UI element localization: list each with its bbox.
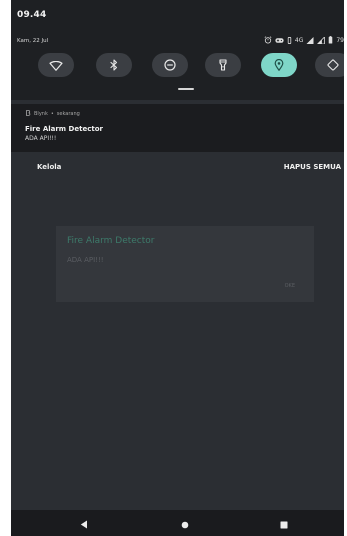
back-icon xyxy=(80,514,88,533)
status-date: Kam, 22 Jul xyxy=(17,38,49,44)
battery-percent: 79 xyxy=(336,36,344,44)
manage-button[interactable]: Kelola xyxy=(37,163,61,171)
network-label: 4G xyxy=(294,36,304,44)
signal-icon-2 xyxy=(317,36,326,44)
recents-button[interactable] xyxy=(277,517,291,529)
screenshot-frame: 09.44 Kam, 22 Jul 4G 79 Blynk • sekarang… xyxy=(0,0,347,536)
notification-shade: 09.44 Kam, 22 Jul 4G 79 xyxy=(11,0,344,100)
app-icon xyxy=(25,110,31,118)
wifi-icon xyxy=(49,56,63,75)
navigation-bar xyxy=(11,510,344,536)
location-icon xyxy=(274,56,284,75)
flashlight-icon xyxy=(219,56,227,75)
do-not-disturb-icon xyxy=(164,56,176,75)
battery-icon xyxy=(328,36,333,44)
home-icon xyxy=(181,514,189,533)
quick-settings-row xyxy=(11,53,344,77)
alert-dialog: Fire Alarm Detector ADA API!!! OKE xyxy=(56,226,314,302)
qs-tile-wifi[interactable] xyxy=(38,53,74,77)
notification-card[interactable]: Blynk • sekarang Fire Alarm Detector ADA… xyxy=(11,104,344,152)
notification-app-name: Blynk xyxy=(34,111,48,117)
back-button[interactable] xyxy=(77,517,91,529)
qs-tile-location[interactable] xyxy=(261,53,297,77)
qs-tile-bluetooth[interactable] xyxy=(96,53,132,77)
shade-drag-handle[interactable] xyxy=(178,88,194,90)
notification-body: ADA API!!! xyxy=(25,135,57,142)
notification-header: Blynk • sekarang xyxy=(25,110,80,118)
recents-icon xyxy=(280,514,288,533)
home-button[interactable] xyxy=(178,517,192,529)
dialog-ok-button[interactable]: OKE xyxy=(285,283,295,289)
clear-all-button[interactable]: HAPUS SEMUA xyxy=(284,163,341,171)
qs-tile-auto-rotate[interactable] xyxy=(315,53,344,77)
dialog-message: ADA API!!! xyxy=(67,256,104,264)
qs-tile-do-not-disturb[interactable] xyxy=(152,53,188,77)
vibrate-icon xyxy=(287,36,292,44)
auto-rotate-icon xyxy=(327,56,339,75)
dialog-title: Fire Alarm Detector xyxy=(67,236,155,246)
qs-tile-flashlight[interactable] xyxy=(205,53,241,77)
notification-separator: • xyxy=(50,111,54,117)
signal-icon xyxy=(306,36,314,44)
status-icons: 4G 79 xyxy=(264,36,344,44)
bluetooth-icon xyxy=(110,56,118,75)
phone-screen: 09.44 Kam, 22 Jul 4G 79 Blynk • sekarang… xyxy=(11,0,344,536)
notification-title: Fire Alarm Detector xyxy=(25,125,103,133)
status-clock: 09.44 xyxy=(17,10,47,20)
gamepad-icon xyxy=(275,37,284,44)
notification-time: sekarang xyxy=(56,111,80,117)
alarm-icon xyxy=(264,36,272,44)
